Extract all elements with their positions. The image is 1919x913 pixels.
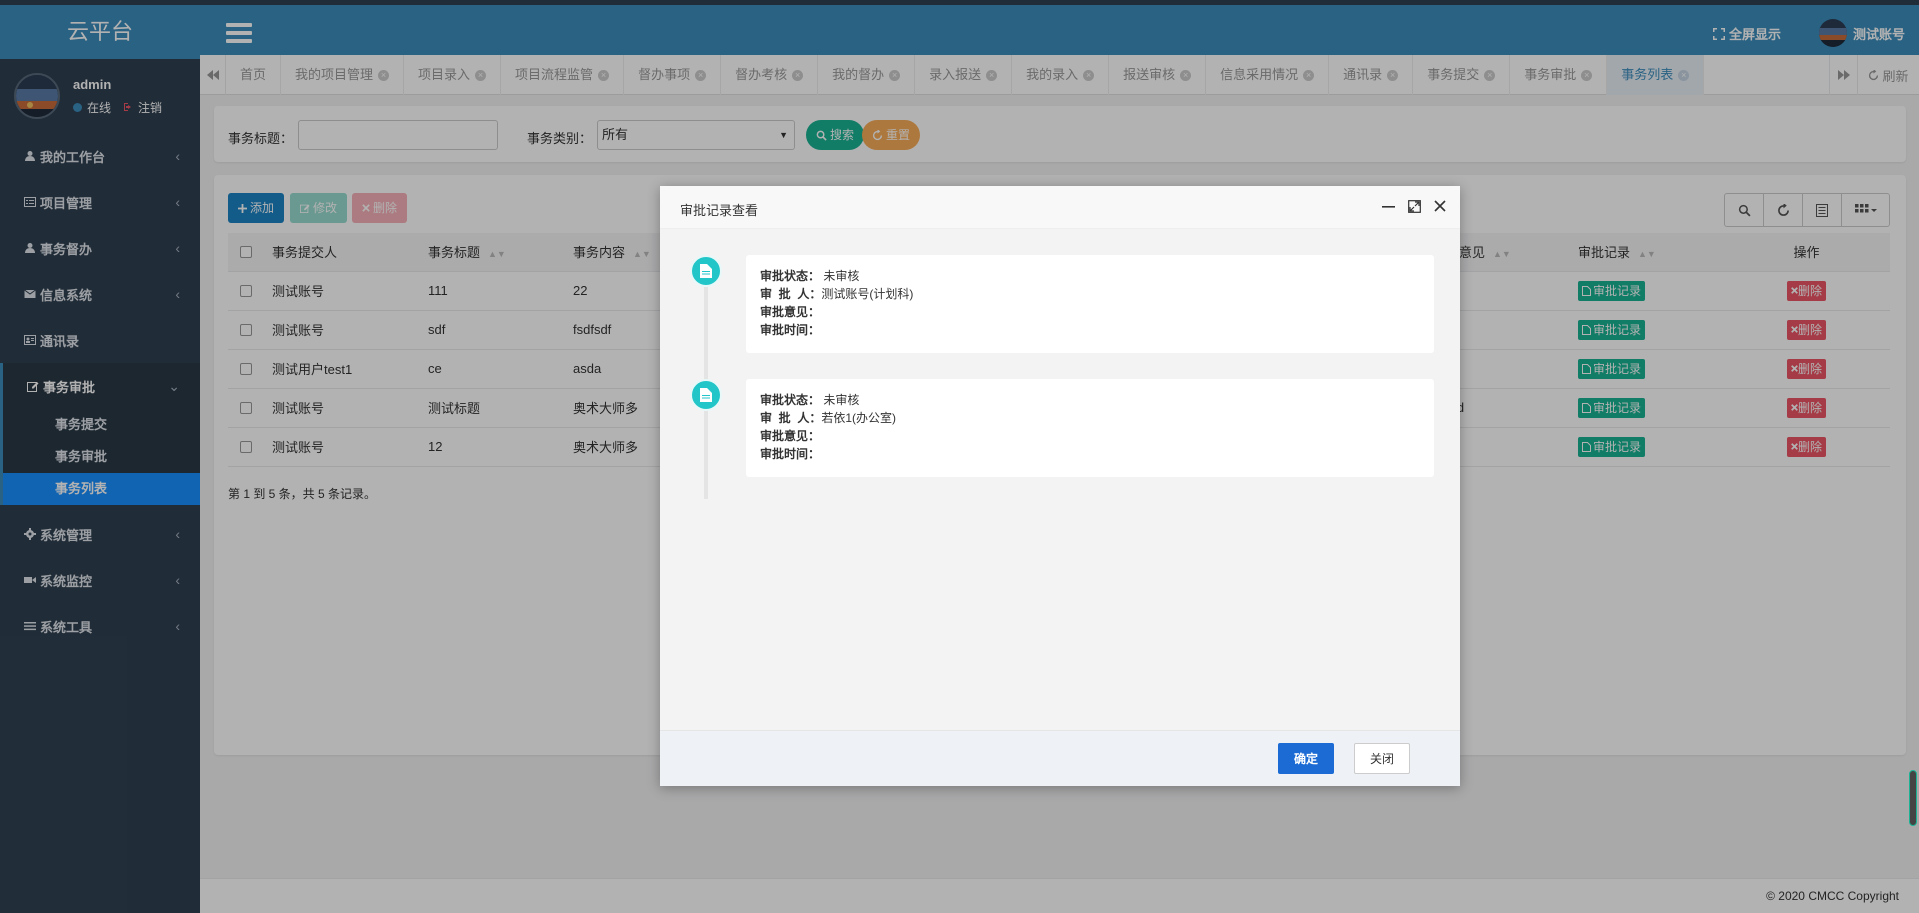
approver-value: 若依1(办公室) xyxy=(821,411,897,425)
status-value: 未审核 xyxy=(823,269,860,283)
status-label: 审批状态： xyxy=(760,269,821,283)
status-label: 审批状态： xyxy=(760,393,821,407)
approval-record-card: 审批状态： 未审核 审 批 人：若依1(办公室) 审批意见： 审批时间： xyxy=(746,379,1434,477)
close-button[interactable]: 关闭 xyxy=(1354,743,1410,774)
maximize-icon[interactable] xyxy=(1408,200,1421,213)
timeline-line xyxy=(704,257,708,499)
dialog-header[interactable]: 审批记录查看 xyxy=(660,186,1460,229)
close-icon[interactable] xyxy=(1434,200,1446,213)
approval-timeline: 审批状态： 未审核 审 批 人：测试账号(计划科) 审批意见： 审批时间： 审批… xyxy=(660,229,1460,729)
file-icon xyxy=(690,379,722,411)
minimize-icon[interactable] xyxy=(1382,200,1395,213)
approver-value: 测试账号(计划科) xyxy=(821,287,914,301)
time-label: 审批时间： xyxy=(760,447,821,461)
opinion-label: 审批意见： xyxy=(760,429,821,443)
approver-label: 审 批 人： xyxy=(760,411,822,425)
confirm-button[interactable]: 确定 xyxy=(1278,743,1334,774)
opinion-label: 审批意见： xyxy=(760,305,821,319)
approval-record-card: 审批状态： 未审核 审 批 人：测试账号(计划科) 审批意见： 审批时间： xyxy=(746,255,1434,353)
dialog-title: 审批记录查看 xyxy=(680,203,759,218)
file-icon xyxy=(690,255,722,287)
status-value: 未审核 xyxy=(823,393,860,407)
approval-record-dialog: 审批记录查看 审批状态： 未审核 审 批 人：测试账号(计划科) 审批意见： 审… xyxy=(660,186,1460,786)
scrollbar-thumb[interactable] xyxy=(1909,770,1917,826)
dialog-footer: 确定 关闭 xyxy=(660,730,1460,786)
time-label: 审批时间： xyxy=(760,323,821,337)
approver-label: 审 批 人： xyxy=(760,287,822,301)
